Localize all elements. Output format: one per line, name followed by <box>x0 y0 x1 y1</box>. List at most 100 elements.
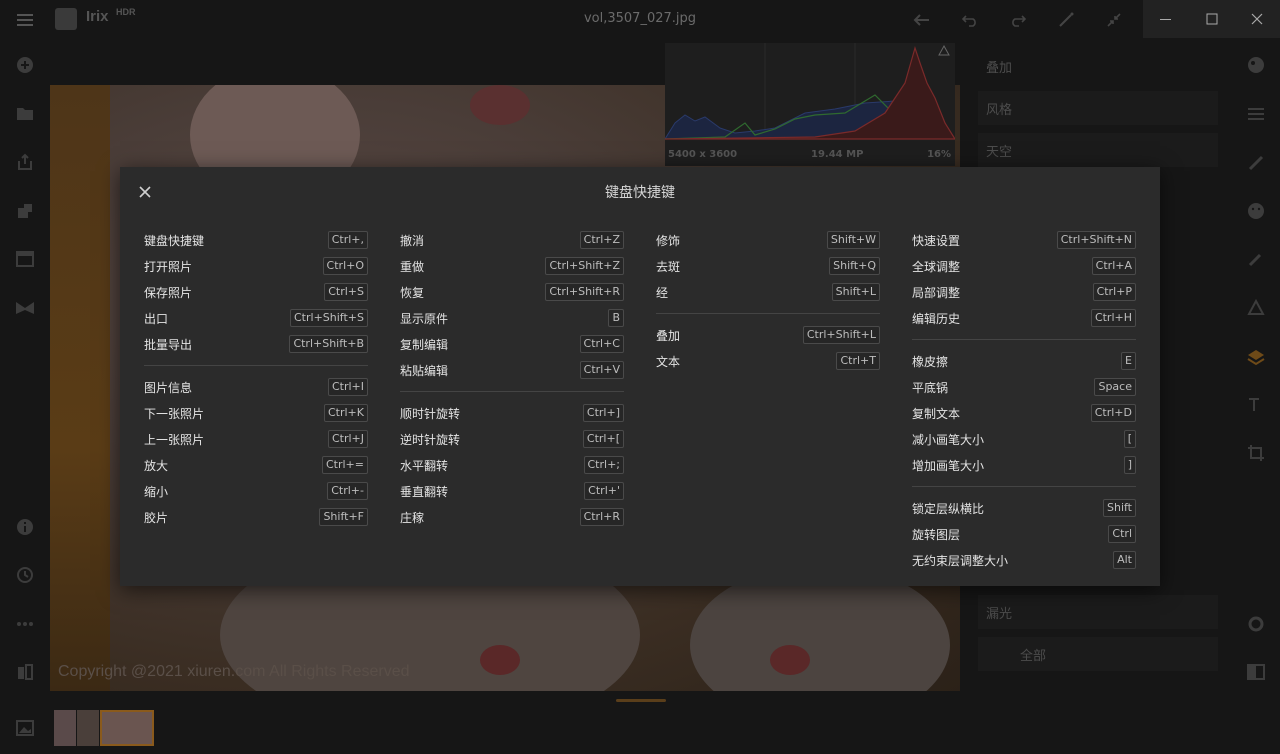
eyedropper-icon[interactable] <box>1244 247 1268 271</box>
shortcut-label: 文本 <box>656 354 681 369</box>
shortcut-key: Ctrl+; <box>583 456 624 474</box>
shortcut-key: Ctrl+] <box>582 404 624 422</box>
filmstrip-thumbnail[interactable] <box>54 710 76 746</box>
undo-icon[interactable] <box>958 0 982 40</box>
shortcut-column: 修饰 Shift+W 去斑 Shift+Q 经 Shift+L 叠加 Ctrl+Shift+L… <box>656 227 880 374</box>
app-logo-icon <box>55 8 77 30</box>
histogram-panel: 5400 x 3600 19.44 MP 16% <box>664 43 957 166</box>
shortcut-row: 下一张照片 Ctrl+K <box>144 400 368 426</box>
shortcut-row: 批量导出 Ctrl+Shift+B <box>144 331 368 357</box>
shortcut-label: 粘贴编辑 <box>400 363 449 378</box>
shortcut-label: 复制编辑 <box>400 337 449 352</box>
shortcut-row: 复制文本 Ctrl+D <box>912 400 1136 426</box>
shortcut-row: 图片信息 Ctrl+I <box>144 374 368 400</box>
shortcut-label: 全球调整 <box>912 259 961 274</box>
shortcut-key: Ctrl+O <box>322 257 368 275</box>
shortcut-key: Ctrl+Shift+Z <box>545 257 624 275</box>
shortcut-label: 修饰 <box>656 233 681 248</box>
minimize-button[interactable] <box>1143 0 1189 38</box>
shortcut-label: 复制文本 <box>912 406 961 421</box>
shortcut-key: B <box>608 309 624 327</box>
shortcut-key: Ctrl+T <box>836 352 880 370</box>
shortcut-row: 缩小 Ctrl+- <box>144 478 368 504</box>
right-sidebar <box>1232 40 1280 754</box>
shortcut-key: Ctrl+P <box>1092 283 1136 301</box>
panel-item-all[interactable]: 全部 <box>978 637 1218 671</box>
shortcut-label: 经 <box>656 285 669 300</box>
flag-icon[interactable] <box>13 296 37 320</box>
shortcut-label: 图片信息 <box>144 380 193 395</box>
magic-wand-icon[interactable] <box>1054 0 1078 40</box>
layers-icon[interactable] <box>1244 345 1268 369</box>
shortcut-row: 垂直翻转 Ctrl+' <box>400 478 624 504</box>
add-icon[interactable] <box>13 53 37 77</box>
split-view-icon[interactable] <box>1244 660 1268 684</box>
export-icon[interactable] <box>13 150 37 174</box>
panel-item-style[interactable]: 风格 <box>978 91 1218 125</box>
shortcut-group-divider <box>912 339 1136 340</box>
settings-icon[interactable] <box>1244 612 1268 636</box>
shortcut-key: Ctrl+R <box>579 508 624 526</box>
panel-item-sky[interactable]: 天空 <box>978 133 1218 167</box>
filmstrip <box>50 705 960 750</box>
shortcut-row: 减小画笔大小 [ <box>912 426 1136 452</box>
history-icon[interactable] <box>13 563 37 587</box>
shortcut-column: 快速设置 Ctrl+Shift+N 全球调整 Ctrl+A 局部调整 Ctrl+P 编辑历史… <box>912 227 1136 573</box>
shortcut-label: 放大 <box>144 458 169 473</box>
shortcut-label: 缩小 <box>144 484 169 499</box>
shortcut-label: 水平翻转 <box>400 458 449 473</box>
hamburger-menu-icon[interactable] <box>12 0 38 40</box>
maximize-button[interactable] <box>1189 0 1235 38</box>
shortcut-label: 键盘快捷键 <box>144 233 205 248</box>
undo-all-icon[interactable] <box>910 0 934 40</box>
shapes-icon[interactable] <box>1244 296 1268 320</box>
shortcut-key: Ctrl+D <box>1090 404 1136 422</box>
close-window-button[interactable] <box>1234 0 1280 38</box>
filmstrip-toggle-handle[interactable] <box>616 699 666 702</box>
app-window: Irix HDR vol,3507_027.jpg Copyright @202… <box>0 0 1280 754</box>
panel-heading: 叠加 <box>986 60 1013 76</box>
image-icon[interactable] <box>13 716 37 740</box>
shortcut-row: 恢复 Ctrl+Shift+R <box>400 279 624 305</box>
compare-icon[interactable] <box>13 660 37 684</box>
shortcut-key: Ctrl+Shift+L <box>802 326 880 344</box>
shortcut-row: 复制编辑 Ctrl+C <box>400 331 624 357</box>
panel-item-light-leak[interactable]: 漏光 <box>978 595 1218 629</box>
shortcut-row: 编辑历史 Ctrl+H <box>912 305 1136 331</box>
batch-icon[interactable] <box>13 199 37 223</box>
crop-icon[interactable] <box>1244 441 1268 465</box>
shortcut-row: 旋转图层 Ctrl <box>912 521 1136 547</box>
shortcut-key: Alt <box>1113 551 1136 569</box>
redo-icon[interactable] <box>1006 0 1030 40</box>
shortcut-row: 逆时针旋转 Ctrl+[ <box>400 426 624 452</box>
shortcut-key: Ctrl+S <box>324 283 368 301</box>
sliders-icon[interactable] <box>1244 102 1268 126</box>
shortcut-key: Ctrl+A <box>1091 257 1136 275</box>
window-icon[interactable] <box>13 247 37 271</box>
shortcut-row: 键盘快捷键 Ctrl+, <box>144 227 368 253</box>
palette-icon[interactable] <box>1244 53 1268 77</box>
shortcut-key: Ctrl+C <box>579 335 624 353</box>
face-icon[interactable] <box>1244 199 1268 223</box>
filmstrip-thumbnail-selected[interactable] <box>100 710 154 746</box>
shortcut-label: 无约束层调整大小 <box>912 553 1009 568</box>
shortcut-row: 胶片 Shift+F <box>144 504 368 530</box>
image-dimensions: 5400 x 3600 <box>668 149 738 160</box>
filmstrip-thumbnail[interactable] <box>77 710 99 746</box>
compress-icon[interactable] <box>1102 0 1126 40</box>
folder-icon[interactable] <box>13 101 37 125</box>
shortcut-label: 撤消 <box>400 233 425 248</box>
info-icon[interactable] <box>13 515 37 539</box>
shortcut-label: 批量导出 <box>144 337 193 352</box>
shortcut-label: 重做 <box>400 259 425 274</box>
shortcut-group-divider <box>912 486 1136 487</box>
shortcut-column: 键盘快捷键 Ctrl+, 打开照片 Ctrl+O 保存照片 Ctrl+S 出口 Ctrl+Sh… <box>144 227 368 530</box>
text-tool-icon[interactable] <box>1244 393 1268 417</box>
shortcut-row: 局部调整 Ctrl+P <box>912 279 1136 305</box>
shortcut-row: 水平翻转 Ctrl+; <box>400 452 624 478</box>
more-icon[interactable] <box>13 612 37 636</box>
brush-icon[interactable] <box>1244 151 1268 175</box>
shortcut-row: 保存照片 Ctrl+S <box>144 279 368 305</box>
shortcut-label: 局部调整 <box>912 285 961 300</box>
shortcut-row: 无约束层调整大小 Alt <box>912 547 1136 573</box>
